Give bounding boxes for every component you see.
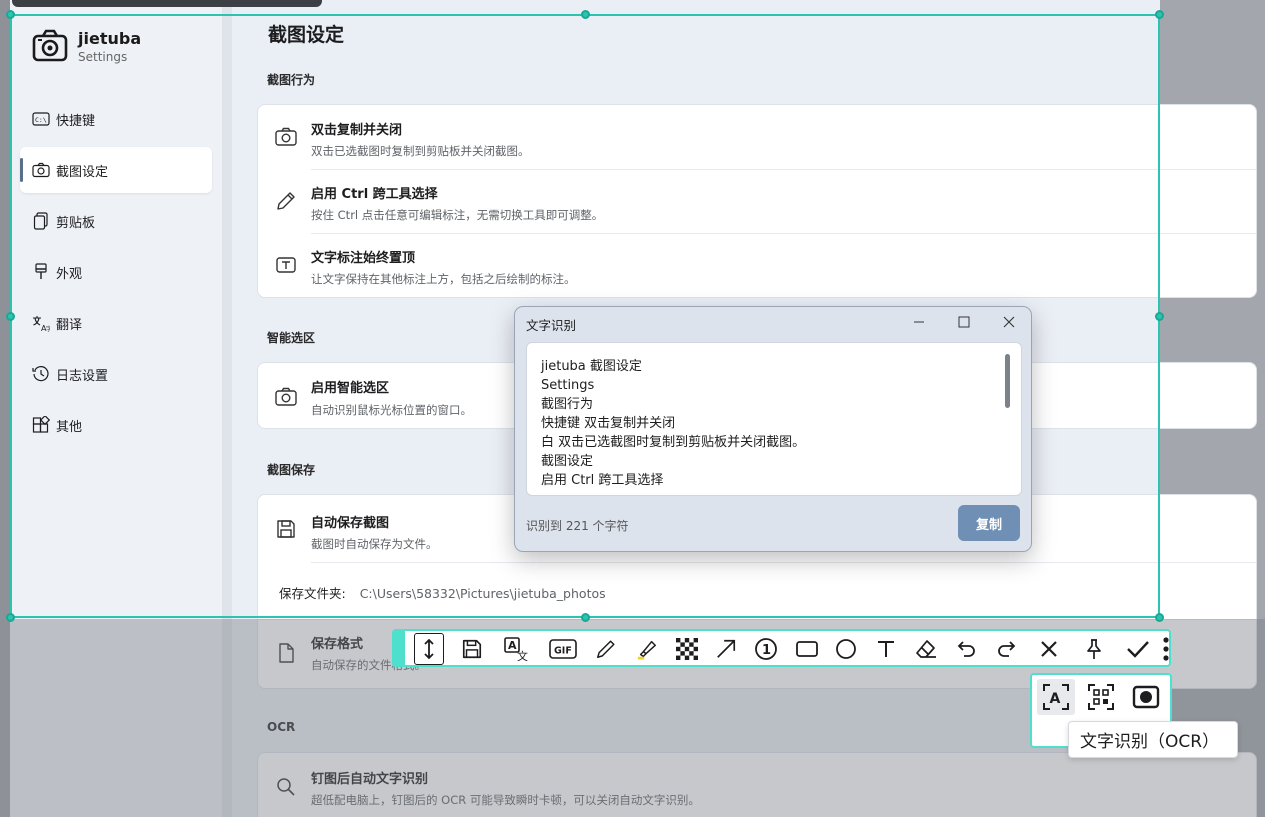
rectangle-button[interactable] [792,634,822,664]
long-screenshot-button[interactable] [414,633,444,665]
arrow-icon [717,639,736,658]
rectangle-icon [796,641,818,657]
close-icon [1003,316,1015,328]
resize-handle-top[interactable] [581,10,590,19]
svg-text:文: 文 [517,649,528,661]
arrow-button[interactable] [711,634,741,664]
copy-button[interactable]: 复制 [958,505,1020,541]
pin-icon [1087,639,1101,659]
gif-button[interactable]: GIF [547,634,579,664]
pen-icon [597,640,615,658]
highlighter-icon [637,640,656,660]
redo-button[interactable] [992,634,1022,664]
maximize-button[interactable] [949,311,979,333]
ocr-line: jietuba 截图设定 [541,359,642,374]
annotation-toolbar: A文 GIF 1 [392,629,1171,667]
translate-icon: A文 [504,637,528,661]
dialog-title: 文字识别 [526,318,577,333]
qr-scan-icon [1088,684,1114,710]
resize-handle-bottom-left[interactable] [6,613,15,622]
ellipse-button[interactable] [831,634,861,664]
pin-button[interactable] [1079,634,1109,664]
window-capture-button[interactable] [1127,679,1165,715]
maximize-icon [958,316,970,328]
ocr-line: 快捷键 双击复制并关闭 [541,416,676,431]
more-vertical-icon [1163,637,1169,661]
eraser-button[interactable] [911,634,941,664]
window-capture-icon [1132,685,1160,709]
confirm-button[interactable] [1123,634,1153,664]
undo-button[interactable] [951,634,981,664]
taskbar-fragment [12,0,322,7]
save-icon [462,639,482,659]
ocr-dialog: 文字识别 jietuba 截图设定 Settings 截图行为 快捷键 双击复制… [514,306,1032,552]
highlighter-button[interactable] [632,634,662,664]
mosaic-icon [676,638,698,660]
resize-handle-top-left[interactable] [6,10,15,19]
resize-handle-left[interactable] [6,312,15,321]
close-icon [1041,641,1057,657]
minimize-button[interactable] [904,311,934,333]
text-button[interactable] [871,634,901,664]
ocr-line: 启用 Ctrl 跨工具选择 [541,473,664,488]
undo-icon [957,641,975,657]
long-screenshot-icon [424,638,434,660]
resize-handle-top-right[interactable] [1155,10,1164,19]
text-icon [878,641,894,657]
ocr-result-textarea[interactable]: jietuba 截图设定 Settings 截图行为 快捷键 双击复制并关闭 白… [526,342,1022,496]
ocr-button[interactable]: A [1037,679,1075,715]
number-button[interactable]: 1 [751,634,781,664]
ocr-icon: A [1043,684,1069,710]
ocr-line: 白 双击已选截图时复制到剪贴板并关闭截图。 [541,435,806,450]
gif-label: GIF [554,646,572,657]
resize-handle-bottom[interactable] [581,613,590,622]
ocr-line: 截图行为 [541,397,594,412]
number-label: 1 [762,643,771,658]
gif-icon: GIF [549,639,577,659]
pen-button[interactable] [591,634,621,664]
svg-text:A: A [508,639,517,652]
cancel-button[interactable] [1034,634,1064,664]
save-button[interactable] [457,634,487,664]
scrollbar-thumb[interactable] [1005,354,1010,408]
ellipse-icon [836,639,856,659]
more-options-button[interactable] [1163,636,1169,662]
svg-text:A: A [1050,691,1061,707]
minimize-icon [914,321,924,323]
mosaic-button[interactable] [672,634,702,664]
tooltip: 文字识别（OCR） [1068,721,1238,758]
number-icon: 1 [755,638,777,660]
desktop-strip [0,0,10,817]
ocr-line: Settings [541,378,595,393]
redo-icon [998,641,1016,657]
qr-scan-button[interactable] [1082,679,1120,715]
confirm-icon [1127,641,1149,658]
ocr-line: 截图设定 [541,454,594,469]
toolbar-drag-handle[interactable] [394,631,405,665]
resize-handle-right[interactable] [1155,312,1164,321]
resize-handle-bottom-right[interactable] [1155,613,1164,622]
char-count: 识别到 221 个字符 [526,519,629,533]
close-button[interactable] [994,311,1024,333]
translate-button[interactable]: A文 [502,634,532,664]
eraser-icon [916,640,936,658]
